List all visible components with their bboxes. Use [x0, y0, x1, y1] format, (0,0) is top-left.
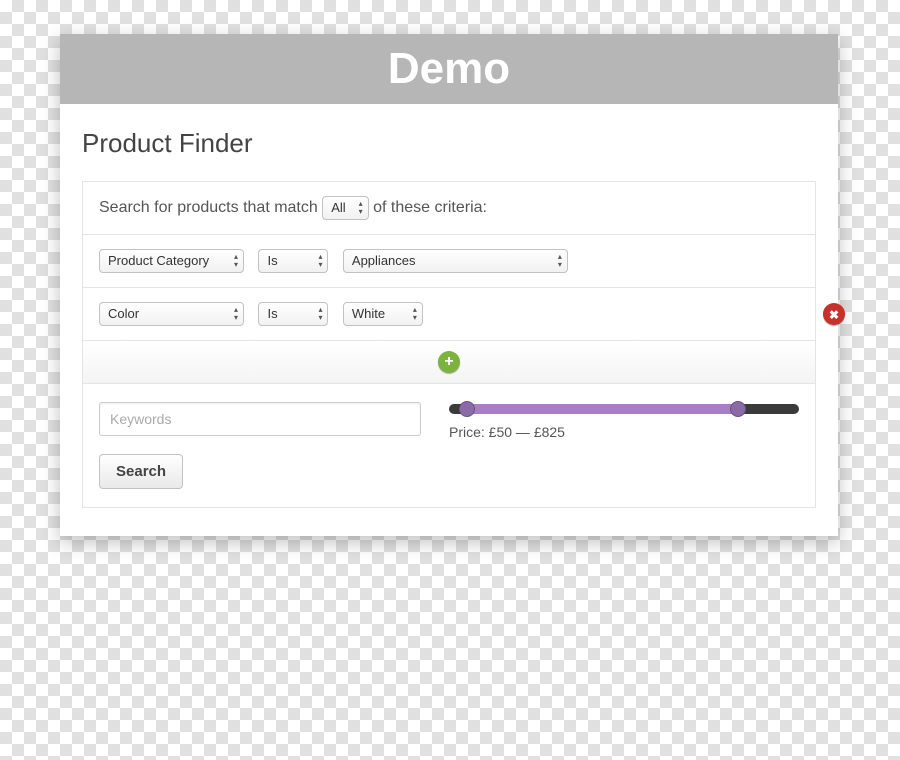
- criteria-prefix: Search for products that match: [99, 199, 318, 216]
- window-title: Demo: [388, 44, 510, 93]
- rule-row: Product Category Is Appliances: [83, 235, 815, 288]
- rule-value-select[interactable]: White: [343, 302, 423, 326]
- price-slider[interactable]: [449, 404, 799, 414]
- rule-row: Color Is White: [83, 288, 815, 341]
- page-title: Product Finder: [82, 128, 816, 159]
- price-slider-range: [467, 404, 738, 414]
- rule-op-value: Is: [267, 253, 277, 268]
- keywords-column: Search: [99, 402, 421, 489]
- keywords-input[interactable]: [99, 402, 421, 436]
- rule-field-value: Product Category: [108, 253, 209, 268]
- search-button[interactable]: Search: [99, 454, 183, 489]
- chevron-updown-icon: [234, 306, 238, 322]
- chevron-updown-icon: [234, 253, 238, 269]
- rule-op-select[interactable]: Is: [258, 302, 328, 326]
- match-mode-select[interactable]: All: [322, 196, 368, 220]
- rule-field-select[interactable]: Product Category: [99, 249, 244, 273]
- price-column: Price: £50 — £825: [449, 402, 799, 489]
- window-titlebar: Demo: [60, 34, 838, 104]
- chevron-updown-icon: [558, 253, 562, 269]
- rule-value-value: Appliances: [352, 253, 416, 268]
- price-label: Price: £50 — £825: [449, 424, 799, 440]
- filter-panel: Search for products that match All of th…: [82, 181, 816, 508]
- remove-rule-button[interactable]: [823, 303, 845, 325]
- rule-field-value: Color: [108, 306, 139, 321]
- chevron-updown-icon: [318, 253, 322, 269]
- add-rule-button[interactable]: [438, 351, 460, 373]
- rule-value-value: White: [352, 306, 385, 321]
- chevron-updown-icon: [413, 306, 417, 322]
- match-mode-value: All: [331, 200, 345, 215]
- chevron-updown-icon: [359, 200, 363, 216]
- rule-op-value: Is: [267, 306, 277, 321]
- chevron-updown-icon: [318, 306, 322, 322]
- price-slider-handle-min[interactable]: [459, 401, 475, 417]
- criteria-suffix: of these criteria:: [373, 199, 487, 216]
- add-rule-row: [83, 341, 815, 384]
- bottom-row: Search Price: £50 — £825: [83, 384, 815, 507]
- rule-op-select[interactable]: Is: [258, 249, 328, 273]
- content-area: Product Finder Search for products that …: [60, 104, 838, 536]
- rule-field-select[interactable]: Color: [99, 302, 244, 326]
- price-slider-handle-max[interactable]: [730, 401, 746, 417]
- app-window: Demo Product Finder Search for products …: [60, 34, 838, 536]
- rule-value-select[interactable]: Appliances: [343, 249, 568, 273]
- criteria-header-row: Search for products that match All of th…: [83, 182, 815, 235]
